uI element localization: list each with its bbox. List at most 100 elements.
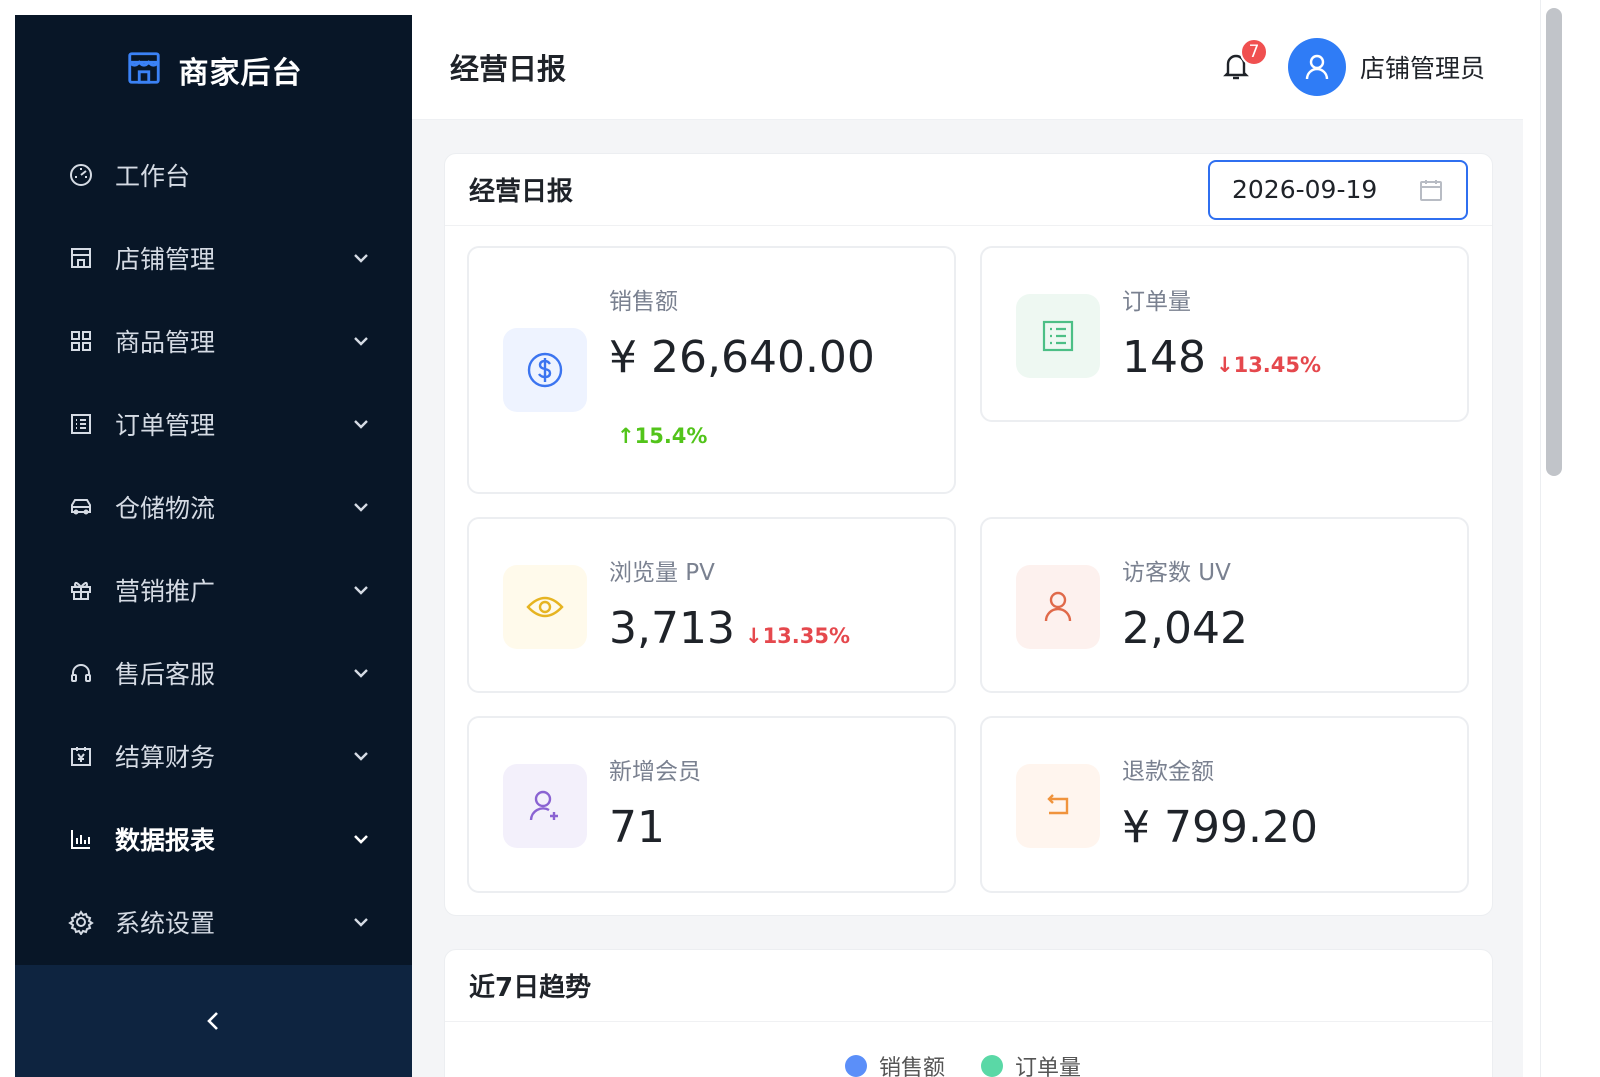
daily-report-card: 经营日报 2026-09-19 销售额 ¥ 26,640.00 ↑15.4% 订…	[444, 153, 1493, 916]
stat-number: 71	[609, 802, 665, 853]
legend-dot	[845, 1055, 867, 1077]
avatar[interactable]	[1287, 38, 1346, 96]
stat-label: 订单量	[1122, 289, 1191, 315]
sidebar-item-label: 店铺管理	[115, 244, 216, 274]
stat-number: ¥ 799.20	[1122, 802, 1318, 853]
sidebar-item-label: 工作台	[115, 161, 191, 191]
stat-value: 148 ↓13.45%	[1122, 332, 1321, 383]
store-icon	[125, 49, 163, 91]
sidebar-item-finance[interactable]: 结算财务	[15, 714, 412, 797]
page-title: 经营日报	[450, 52, 567, 86]
stat-label: 访客数 UV	[1122, 560, 1231, 586]
sidebar-item-label: 系统设置	[115, 908, 216, 938]
stat-value: ¥ 799.20	[1122, 802, 1318, 853]
calendar-icon	[1420, 179, 1442, 201]
stat-label: 新增会员	[609, 759, 701, 785]
chevron-down-icon	[354, 668, 368, 678]
legend-label: 销售额	[879, 1056, 946, 1077]
stat-change-down: ↓13.35%	[744, 624, 851, 648]
stat-value: ¥ 26,640.00	[609, 332, 875, 383]
sidebar-item-settings[interactable]: 系统设置	[15, 880, 412, 963]
list-icon	[67, 410, 95, 438]
sidebar: 商家后台 工作台 店铺管理 商品管理 订单管理 仓储物流 营销推广 售后客服 结…	[15, 15, 412, 1077]
stat-change-up: ↑15.4%	[617, 424, 708, 448]
sidebar-item-label: 售后客服	[115, 659, 216, 689]
user-name[interactable]: 店铺管理员	[1360, 49, 1485, 85]
stat-change-down: ↓13.45%	[1215, 353, 1322, 377]
date-picker[interactable]: 2026-09-19	[1208, 159, 1468, 220]
sidebar-item-orders[interactable]: 订单管理	[15, 382, 412, 465]
bar-chart-icon	[67, 825, 95, 853]
sidebar-nav: 工作台 店铺管理 商品管理 订单管理 仓储物流 营销推广 售后客服 结算财务 数…	[15, 133, 412, 963]
finance-icon	[67, 742, 95, 770]
stat-number: 148	[1122, 332, 1206, 383]
legend-item-orders[interactable]: 订单量	[981, 1050, 1081, 1077]
chevron-down-icon	[354, 419, 368, 429]
stat-card-refund[interactable]: 退款金额 ¥ 799.20	[980, 716, 1469, 893]
top-header: 经营日报 7 店铺管理员	[412, 15, 1523, 120]
chevron-down-icon	[354, 834, 368, 844]
stat-number: 2,042	[1122, 603, 1248, 654]
stat-card-orders[interactable]: 订单量 148 ↓13.45%	[980, 246, 1469, 422]
grid-icon	[67, 327, 95, 355]
chevron-down-icon	[354, 502, 368, 512]
sidebar-item-workbench[interactable]: 工作台	[15, 133, 412, 216]
trend-card: 近7日趋势 销售额 订单量	[444, 949, 1493, 1077]
user-icon	[1305, 54, 1329, 80]
main-content: 经营日报 2026-09-19 销售额 ¥ 26,640.00 ↑15.4% 订…	[412, 120, 1523, 1077]
add-user-icon	[503, 764, 587, 848]
sidebar-item-products[interactable]: 商品管理	[15, 299, 412, 382]
stat-number: 3,713	[609, 603, 735, 654]
date-value: 2026-09-19	[1232, 175, 1378, 204]
sidebar-item-reports[interactable]: 数据报表	[15, 797, 412, 880]
stat-label: 浏览量 PV	[609, 560, 715, 586]
card-title: 经营日报	[469, 177, 574, 207]
sidebar-item-label: 结算财务	[115, 742, 216, 772]
sidebar-item-label: 仓储物流	[115, 493, 216, 523]
stat-card-pv[interactable]: 浏览量 PV 3,713 ↓13.35%	[467, 517, 956, 693]
gear-icon	[67, 908, 95, 936]
brand-title: 商家后台	[178, 56, 303, 91]
sidebar-item-store[interactable]: 店铺管理	[15, 216, 412, 299]
sidebar-item-label: 数据报表	[115, 825, 216, 855]
chevron-left-icon	[206, 1012, 218, 1030]
sidebar-item-label: 营销推广	[115, 576, 216, 606]
stat-label: 销售额	[609, 289, 678, 315]
sidebar-item-service[interactable]: 售后客服	[15, 631, 412, 714]
card-title: 近7日趋势	[469, 973, 592, 1003]
stat-card-members[interactable]: 新增会员 71	[467, 716, 956, 893]
sidebar-item-marketing[interactable]: 营销推广	[15, 548, 412, 631]
chevron-down-icon	[354, 585, 368, 595]
eye-icon	[503, 565, 587, 649]
chevron-down-icon	[354, 751, 368, 761]
stat-card-sales[interactable]: 销售额 ¥ 26,640.00 ↑15.4%	[467, 246, 956, 494]
visitor-icon	[1016, 565, 1100, 649]
sidebar-item-label: 商品管理	[115, 327, 216, 357]
stat-number: ¥ 26,640.00	[609, 332, 875, 383]
refund-icon	[1016, 764, 1100, 848]
stat-label: 退款金额	[1122, 759, 1214, 785]
chart-legend: 销售额 订单量	[845, 1050, 1081, 1077]
legend-item-sales[interactable]: 销售额	[845, 1050, 945, 1077]
stat-value: 71	[609, 802, 665, 853]
truck-icon	[67, 493, 95, 521]
card-header: 经营日报 2026-09-19	[445, 154, 1492, 226]
sidebar-item-logistics[interactable]: 仓储物流	[15, 465, 412, 548]
dollar-icon	[503, 328, 587, 412]
brand[interactable]: 商家后台	[15, 15, 412, 125]
legend-label: 订单量	[1015, 1056, 1082, 1077]
stat-value: 2,042	[1122, 603, 1248, 654]
scrollbar-thumb[interactable]	[1546, 8, 1562, 476]
gift-icon	[67, 576, 95, 604]
sidebar-item-label: 订单管理	[115, 410, 216, 440]
notification-button[interactable]: 7	[1220, 38, 1268, 84]
headset-icon	[67, 659, 95, 687]
legend-dot	[981, 1055, 1004, 1077]
order-list-icon	[1016, 294, 1100, 378]
stat-value: 3,713 ↓13.35%	[609, 603, 850, 654]
store-icon	[67, 244, 95, 272]
stat-card-uv[interactable]: 访客数 UV 2,042	[980, 517, 1469, 693]
chevron-down-icon	[354, 917, 368, 927]
card-header: 近7日趋势	[445, 950, 1492, 1022]
sidebar-collapse-button[interactable]	[15, 965, 412, 1077]
